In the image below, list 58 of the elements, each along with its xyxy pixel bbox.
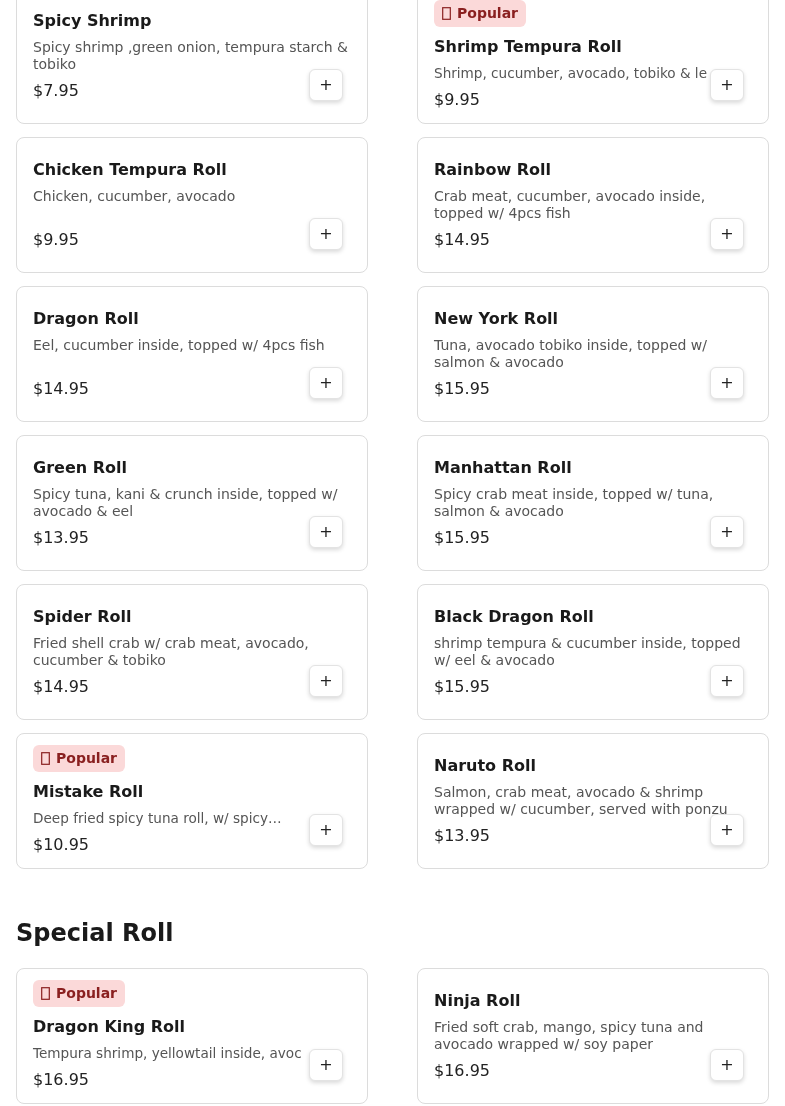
item-description: Deep fried spicy tuna roll, w/ spicy…: [33, 810, 282, 827]
item-name: Naruto Roll: [434, 755, 536, 777]
add-button[interactable]: +: [710, 218, 744, 250]
item-price: $13.95: [434, 825, 490, 847]
item-price: $14.95: [33, 378, 89, 400]
section-title: Special Roll: [16, 919, 175, 948]
item-price: $16.95: [33, 1068, 89, 1091]
glyph-icon: [41, 986, 50, 1000]
item-price: $9.95: [434, 89, 480, 111]
add-button[interactable]: +: [710, 516, 744, 548]
item-description: Tuna, avocado tobiko inside, topped w/ salmon & avocado: [434, 337, 708, 371]
item-name: Shrimp Tempura Roll: [434, 36, 622, 58]
glyph-icon: [41, 752, 50, 765]
add-button[interactable]: +: [309, 814, 343, 846]
item-name: Spider Roll: [33, 606, 132, 628]
item-name: Dragon King Roll: [33, 1015, 185, 1038]
item-price: $15.95: [434, 527, 490, 549]
add-button[interactable]: +: [710, 665, 744, 697]
add-button[interactable]: +: [309, 665, 343, 697]
item-price: $13.95: [33, 527, 89, 549]
item-description: Crab meat, cucumber, avocado inside, topped w/ 4pcs fish: [434, 188, 707, 222]
item-price: $15.95: [434, 676, 490, 698]
item-name: Manhattan Roll: [434, 457, 572, 479]
item-name: Ninja Roll: [434, 989, 521, 1012]
glyph-icon: [442, 7, 451, 20]
item-name: New York Roll: [434, 308, 559, 330]
add-button[interactable]: +: [309, 1048, 343, 1081]
item-description: Shrimp, cucumber, avocado, tobiko & le: [434, 65, 707, 82]
item-price: $10.95: [33, 834, 89, 856]
item-price: $7.95: [33, 80, 79, 102]
item-price: $9.95: [33, 229, 79, 251]
item-name: Dragon Roll: [33, 308, 139, 330]
item-description: Tempura shrimp, yellowtail inside, avoc: [33, 1044, 302, 1062]
add-button[interactable]: +: [710, 367, 744, 399]
item-name: Mistake Roll: [33, 781, 144, 803]
item-name: Chicken Tempura Roll: [33, 159, 227, 181]
item-description: Fried soft crab, mango, spicy tuna and avocado wrapped w/ soy paper: [434, 1018, 705, 1053]
item-price: $14.95: [434, 229, 490, 251]
item-description: Eel, cucumber inside, topped w/ 4pcs fish: [33, 337, 326, 354]
add-button[interactable]: +: [710, 69, 744, 101]
popular-badge: Popular: [33, 979, 126, 1007]
popular-badge: Popular: [33, 745, 126, 772]
item-name: Spicy Shrimp: [33, 10, 152, 32]
item-description: Chicken, cucumber, avocado: [33, 188, 237, 205]
add-button[interactable]: +: [309, 367, 343, 399]
item-price: $16.95: [434, 1059, 490, 1082]
add-button[interactable]: +: [309, 516, 343, 548]
item-name: Black Dragon Roll: [434, 606, 594, 628]
add-button[interactable]: +: [309, 218, 343, 250]
popular-badge: Popular: [434, 0, 527, 27]
add-button[interactable]: +: [309, 69, 343, 101]
add-button[interactable]: +: [710, 1048, 744, 1081]
add-button[interactable]: +: [710, 814, 744, 846]
item-name: Rainbow Roll: [434, 159, 552, 181]
item-name: Green Roll: [33, 457, 127, 479]
item-description: Fried shell crab w/ crab meat, avocado, cucumber & tobiko: [33, 635, 310, 669]
item-price: $15.95: [434, 378, 490, 400]
item-price: $14.95: [33, 676, 89, 698]
